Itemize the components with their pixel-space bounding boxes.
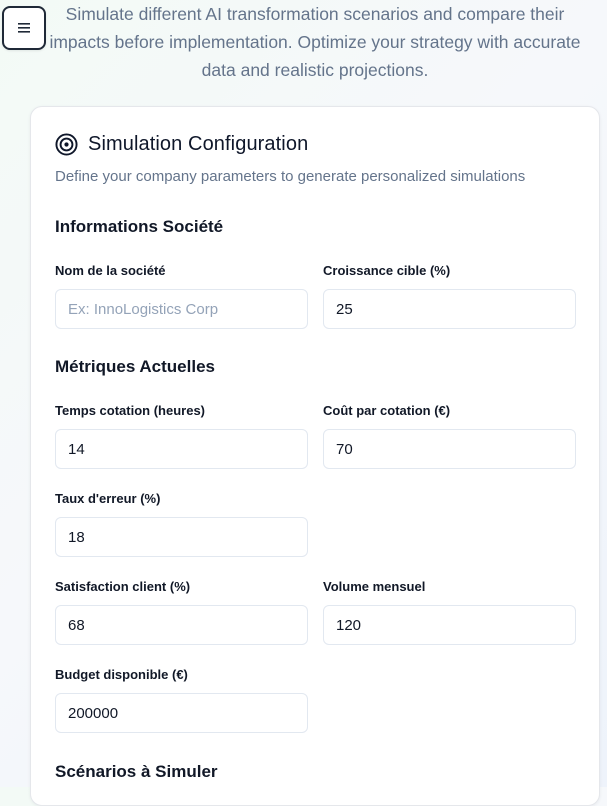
hamburger-icon [18,23,30,33]
quote-time-input[interactable] [55,429,308,469]
target-icon [55,133,78,156]
monthly-volume-input[interactable] [323,605,576,645]
company-name-input[interactable] [55,289,308,329]
cost-per-quote-label: Coût par cotation (€) [323,403,451,418]
card-title: Simulation Configuration [88,133,309,155]
section-title-company-info: Informations Société [55,217,224,236]
company-name-label: Nom de la société [55,263,166,278]
section-title-scenarios: Scénarios à Simuler [55,762,218,781]
available-budget-label: Budget disponible (€) [55,667,188,682]
simulation-configuration-card: Simulation Configuration Define your com… [30,106,600,806]
available-budget-input[interactable] [55,693,308,733]
section-title-current-metrics: Métriques Actuelles [55,357,215,376]
monthly-volume-label: Volume mensuel [323,579,426,594]
customer-satisfaction-input[interactable] [55,605,308,645]
error-rate-label: Taux d'erreur (%) [55,491,161,506]
customer-satisfaction-label: Satisfaction client (%) [55,579,191,594]
card-subtitle: Define your company parameters to genera… [55,168,526,185]
intro-text: Simulate different AI transformation sce… [49,4,581,80]
error-rate-input[interactable] [55,517,308,557]
target-growth-label: Croissance cible (%) [323,263,451,278]
quote-time-label: Temps cotation (heures) [55,403,206,418]
card-header: Simulation Configuration [55,133,308,156]
cost-per-quote-input[interactable] [323,429,576,469]
target-growth-input[interactable] [323,289,576,329]
